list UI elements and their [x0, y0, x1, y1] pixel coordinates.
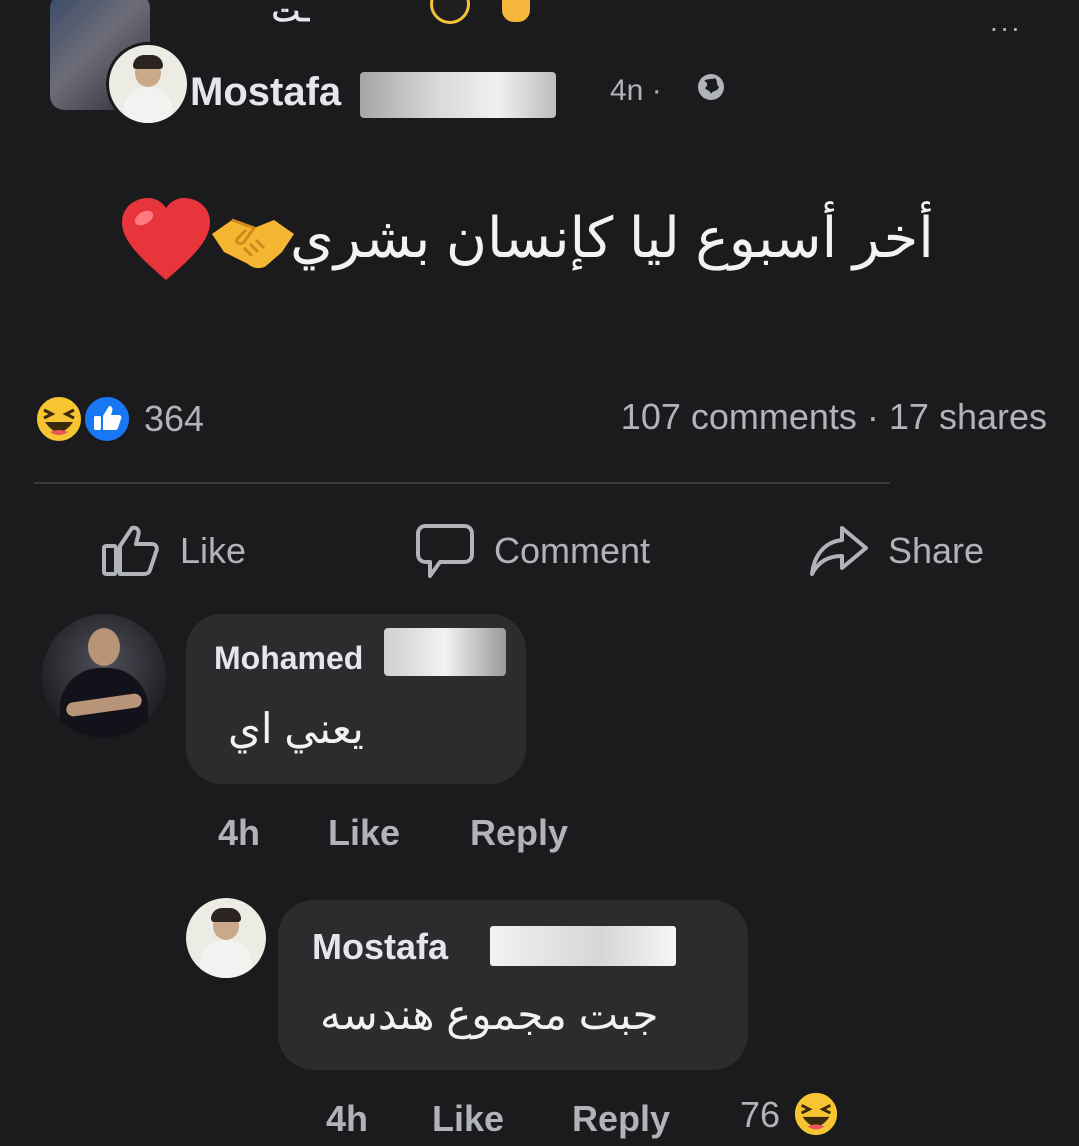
post-author-name[interactable]: Mostafa — [190, 70, 341, 115]
share-label: Share — [888, 530, 985, 571]
commenter-name[interactable]: Mohamed — [214, 640, 363, 677]
globe-icon — [698, 74, 724, 100]
comment-button[interactable]: Comment — [414, 520, 650, 582]
group-name[interactable]: ـت — [190, 0, 310, 38]
reply-reaction-count[interactable]: 76 — [740, 1094, 780, 1136]
more-icon[interactable]: ... — [990, 6, 1022, 38]
like-reaction-icon[interactable] — [82, 394, 132, 444]
like-label: Like — [180, 530, 247, 571]
redacted-name-blur — [384, 628, 506, 676]
divider — [34, 482, 890, 484]
post-timestamp[interactable]: 4n · — [610, 74, 662, 108]
like-button[interactable]: Like — [100, 520, 246, 582]
haha-icon[interactable] — [792, 1090, 840, 1138]
post-text: أخر أسبوع ليا كإنسان بشري — [290, 206, 934, 269]
heart-icon — [122, 198, 210, 280]
thumbs-up-icon — [102, 525, 159, 576]
commenter-avatar[interactable] — [42, 614, 166, 738]
comment-icon — [416, 524, 474, 578]
author-avatar[interactable] — [106, 42, 190, 126]
comment-timestamp[interactable]: 4h — [218, 812, 260, 854]
group-emoji-decoration — [430, 0, 540, 42]
group-avatar[interactable] — [42, 0, 190, 126]
comment-reply-button[interactable]: Reply — [470, 812, 568, 854]
redacted-name-blur — [490, 926, 676, 966]
reply-author-name[interactable]: Mostafa — [312, 926, 448, 968]
handshake-icon — [212, 218, 294, 269]
comments-shares-count[interactable]: 107 comments · 17 shares — [621, 396, 1047, 438]
haha-icon[interactable] — [34, 394, 84, 444]
reply-like-button[interactable]: Like — [432, 1098, 504, 1140]
reply-timestamp[interactable]: 4h — [326, 1098, 368, 1140]
reply-text: جبت مجموع هندسه — [320, 991, 659, 1038]
reply-author-avatar[interactable] — [186, 898, 266, 978]
comment-like-button[interactable]: Like — [328, 812, 400, 854]
share-button[interactable]: Share — [808, 520, 984, 582]
redacted-name-blur — [360, 72, 556, 118]
share-icon — [810, 526, 868, 576]
comment-label: Comment — [494, 530, 651, 571]
reaction-count[interactable]: 364 — [144, 398, 204, 440]
comment-text: يعني اي — [228, 705, 364, 752]
reply-reply-button[interactable]: Reply — [572, 1098, 670, 1140]
